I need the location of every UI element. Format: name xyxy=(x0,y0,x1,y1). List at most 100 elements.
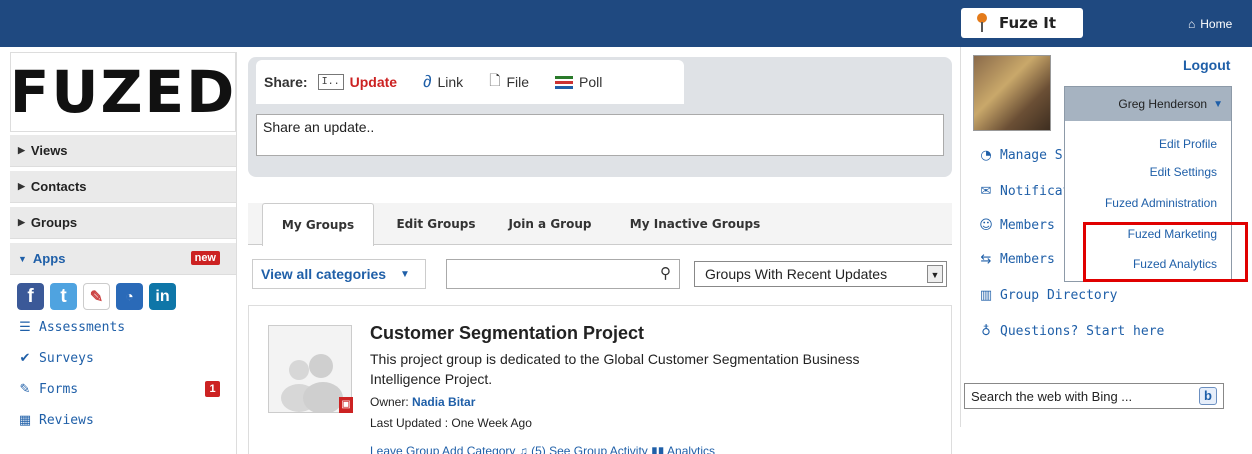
fuze-it-button[interactable]: Fuze It xyxy=(961,8,1083,38)
nav-label: Contacts xyxy=(30,179,87,194)
group-sort-select[interactable]: Groups With Recent Updates ▼ xyxy=(694,261,947,287)
nav-label: Groups xyxy=(30,215,78,230)
menu-item-edit-profile[interactable]: Edit Profile xyxy=(1159,137,1217,151)
lock-icon: ▣ xyxy=(339,397,353,413)
tab-join-group[interactable]: Join a Group xyxy=(494,203,606,245)
highlight-annotation-box xyxy=(1083,222,1248,282)
notes-icon[interactable]: ✎ xyxy=(83,283,110,310)
sidebar-item-assessments[interactable]: ☰ Assessments xyxy=(17,320,125,335)
sidebar-item-label: Surveys xyxy=(39,351,94,366)
menu-item-fuzed-administration[interactable]: Fuzed Administration xyxy=(1105,196,1217,210)
tab-label: File xyxy=(506,74,530,90)
tab-update[interactable]: I.. Update xyxy=(317,74,398,90)
sidebar-item-surveys[interactable]: ✔ Surveys xyxy=(17,351,94,366)
group-search-input[interactable]: ⚲ xyxy=(446,259,680,289)
share-label: Share: xyxy=(264,74,308,90)
bing-search-input[interactable]: Search the web with Bing ... b xyxy=(964,383,1224,409)
text-cursor-icon: I.. xyxy=(317,74,344,90)
link-label: Manage S xyxy=(1000,148,1063,163)
nav-label: Apps xyxy=(32,251,66,266)
facebook-icon[interactable]: f xyxy=(17,283,44,310)
tab-my-groups[interactable]: My Groups xyxy=(262,203,374,246)
bulb-icon: ♁ xyxy=(981,324,991,339)
sidebar-nav-groups[interactable]: ▶ Groups xyxy=(10,207,236,239)
check-icon: ✔ xyxy=(19,351,31,366)
chevron-down-icon[interactable]: ▼ xyxy=(927,265,943,283)
owner-label: Owner: xyxy=(370,395,409,409)
home-icon: ⌂ xyxy=(1188,17,1196,31)
view-all-categories-dropdown[interactable]: View all categories ▼ xyxy=(252,259,426,289)
tab-label: Link xyxy=(437,74,464,90)
link-group-directory[interactable]: ▥ Group Directory xyxy=(978,288,1118,303)
table-icon: ▦ xyxy=(18,413,32,428)
tab-label: Update xyxy=(349,74,398,90)
forms-count-badge: 1 xyxy=(205,381,220,397)
notification-icon: ✉ xyxy=(980,184,992,199)
group-owner: Owner: Nadia Bitar xyxy=(370,395,475,409)
sidebar-item-label: Assessments xyxy=(39,320,126,335)
chevron-down-icon: ▼ xyxy=(1213,98,1223,110)
link-questions[interactable]: ♁ Questions? Start here xyxy=(978,324,1164,339)
link-label: Members xyxy=(1000,252,1055,267)
group-last-updated: Last Updated : One Week Ago xyxy=(370,416,532,430)
member-icon: ☺ xyxy=(979,218,993,233)
right-column-divider xyxy=(960,47,961,427)
tab-label: Poll xyxy=(579,74,603,90)
bing-placeholder: Search the web with Bing ... xyxy=(971,388,1133,404)
search-icon[interactable]: ⚲ xyxy=(660,264,671,282)
menu-item-edit-settings[interactable]: Edit Settings xyxy=(1150,165,1217,179)
new-badge: new xyxy=(190,251,220,265)
user-menu-header[interactable]: Greg Henderson ▼ xyxy=(1065,87,1231,121)
nav-label: Views xyxy=(30,143,68,158)
poll-icon xyxy=(555,75,574,89)
link-label: Questions? Start here xyxy=(1000,324,1165,339)
home-link[interactable]: ⌂ Home xyxy=(1188,17,1232,31)
triangle-right-icon: ▶ xyxy=(18,145,25,155)
link-label: Members xyxy=(1000,218,1055,233)
group-description: This project group is dedicated to the G… xyxy=(370,351,860,387)
sidebar-nav-views[interactable]: ▶ Views xyxy=(10,135,236,167)
tab-poll[interactable]: Poll xyxy=(555,74,602,90)
link-members[interactable]: ☺ Members xyxy=(978,218,1055,233)
linkedin-icon[interactable]: in xyxy=(149,283,176,310)
fuzed-logo[interactable]: FUZED xyxy=(10,52,236,132)
file-icon: 🗋 xyxy=(489,72,501,88)
tab-edit-groups[interactable]: Edit Groups xyxy=(380,203,492,245)
sidebar-item-forms[interactable]: ✎ Forms xyxy=(17,382,79,397)
link-members-2[interactable]: ⇆ Members xyxy=(978,252,1055,267)
group-title[interactable]: Customer Segmentation Project xyxy=(370,323,644,344)
rss-icon: ◔ xyxy=(980,148,992,163)
share-update-input[interactable]: Share an update.. xyxy=(256,114,944,156)
bing-search-icon[interactable]: b xyxy=(1199,387,1217,405)
sidebar-nav-apps[interactable]: ▼ Apps new xyxy=(10,243,236,275)
link-manage-subscriptions[interactable]: ◔ Manage S xyxy=(978,148,1063,163)
user-profile-photo[interactable] xyxy=(973,55,1051,131)
dropdown-label: View all categories xyxy=(261,266,387,282)
tab-link[interactable]: ∂ Link xyxy=(423,72,463,92)
logout-link[interactable]: Logout xyxy=(1183,57,1230,73)
sidebar-divider xyxy=(236,52,237,454)
twitter-icon[interactable]: t xyxy=(50,283,77,310)
share-tabs: Share: I.. Update ∂ Link 🗋 File Poll xyxy=(256,60,684,104)
triangle-right-icon: ▶ xyxy=(18,217,25,227)
link-icon: ∂ xyxy=(423,72,432,91)
list-icon: ☰ xyxy=(19,320,31,335)
user-name: Greg Henderson xyxy=(1118,97,1208,111)
rss-icon[interactable]: ◔ xyxy=(116,283,143,310)
sidebar-item-label: Forms xyxy=(39,382,79,397)
sidebar-nav-contacts[interactable]: ▶ Contacts xyxy=(10,171,236,203)
directory-icon: ▥ xyxy=(979,288,993,303)
tab-my-inactive-groups[interactable]: My Inactive Groups xyxy=(614,203,776,245)
fuze-it-label: Fuze It xyxy=(999,14,1057,32)
tab-file[interactable]: 🗋 File xyxy=(489,70,529,94)
owner-name-link[interactable]: Nadia Bitar xyxy=(412,395,475,409)
sidebar-item-label: Reviews xyxy=(39,413,94,428)
social-apps-row: f t ✎ ◔ in xyxy=(17,283,176,310)
sidebar-item-reviews[interactable]: ▦ Reviews xyxy=(17,413,94,428)
group-actions[interactable]: Leave Group Add Category ♫ (5) See Group… xyxy=(370,444,715,454)
select-value: Groups With Recent Updates xyxy=(705,266,888,282)
pin-icon xyxy=(977,13,987,33)
triangle-down-icon: ▼ xyxy=(18,253,27,264)
link-label: Group Directory xyxy=(1000,288,1118,303)
members-icon: ⇆ xyxy=(980,252,992,267)
